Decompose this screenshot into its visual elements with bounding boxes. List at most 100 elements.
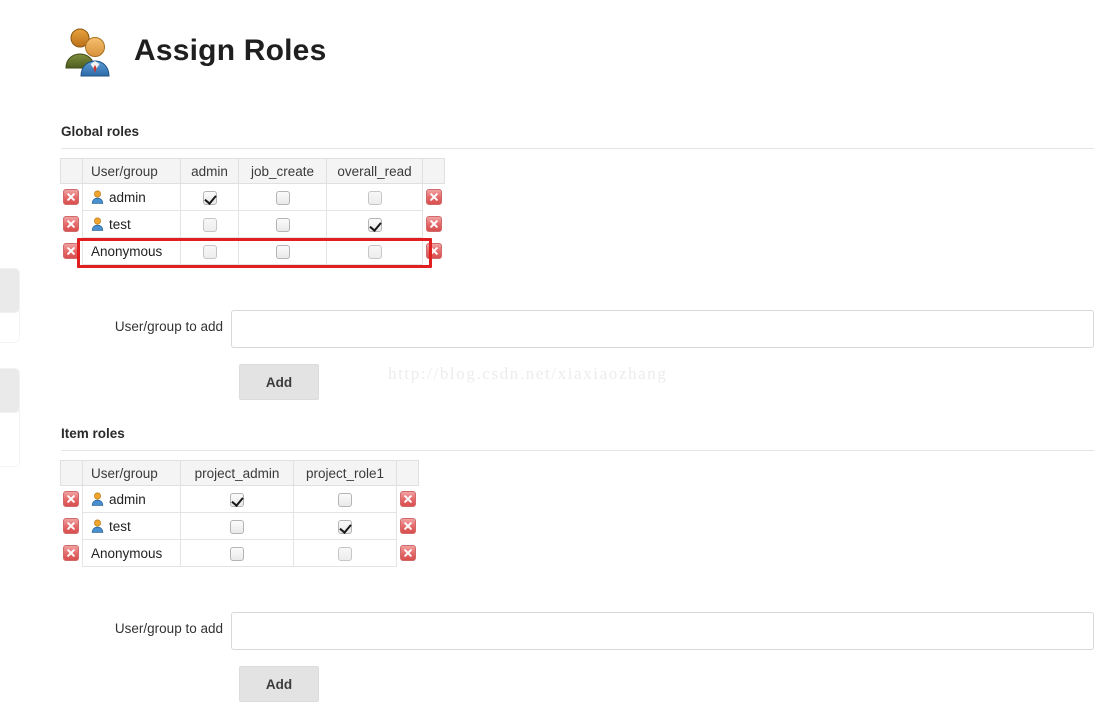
global-roles-divider xyxy=(61,148,1094,149)
edge-tab-upper[interactable] xyxy=(0,268,20,313)
row-name-text: Anonymous xyxy=(91,545,163,561)
cell-project-admin xyxy=(180,539,294,567)
people-group-icon xyxy=(62,24,116,78)
row-name-cell: test xyxy=(82,210,181,238)
cell-admin xyxy=(180,210,239,238)
delete-red-x-icon[interactable] xyxy=(63,216,80,233)
checkbox-job-create[interactable] xyxy=(275,217,290,232)
column-header-project-role1: project_role1 xyxy=(293,460,397,486)
checkbox-overall-read[interactable] xyxy=(367,217,382,232)
row-name-text: test xyxy=(109,518,131,534)
checkbox-project-admin[interactable] xyxy=(230,519,244,534)
user-silhouette-icon xyxy=(91,492,104,506)
checkbox-admin[interactable] xyxy=(202,244,217,259)
delete-red-x-icon[interactable] xyxy=(399,491,416,508)
delete-red-x-icon[interactable] xyxy=(63,491,80,508)
item-roles-table-wrap: User/group project_admin project_role1 a… xyxy=(60,460,419,567)
row-delete-cell-left xyxy=(61,211,83,238)
row-delete-cell-left xyxy=(61,513,83,540)
row-delete-cell-left xyxy=(61,540,83,567)
checkbox-project-admin[interactable] xyxy=(230,492,244,507)
delete-red-x-icon[interactable] xyxy=(425,216,442,233)
checkbox-project-admin[interactable] xyxy=(230,546,244,561)
column-header-usergroup: User/group xyxy=(82,460,181,486)
table-header-row: User/group admin job_create overall_read xyxy=(60,158,445,184)
cell-project-role1 xyxy=(293,512,397,540)
table-row: admin xyxy=(61,485,419,513)
checkbox-admin[interactable] xyxy=(202,217,217,232)
delete-red-x-icon[interactable] xyxy=(63,243,80,260)
checkbox-project-role1[interactable] xyxy=(338,546,352,561)
table-row: test xyxy=(61,210,445,238)
item-roles-divider xyxy=(61,450,1094,451)
user-silhouette-icon xyxy=(91,519,104,533)
delete-red-x-icon[interactable] xyxy=(399,545,416,562)
form-row: User/group to add xyxy=(61,612,1094,650)
row-delete-cell-right xyxy=(423,184,445,211)
checkbox-project-role1[interactable] xyxy=(338,492,352,507)
watermark-text: http://blog.csdn.net/xiaxiaozhang xyxy=(388,364,668,383)
item-roles-table: User/group project_admin project_role1 a… xyxy=(60,460,419,567)
row-name-cell: test xyxy=(82,512,181,540)
checkbox-job-create[interactable] xyxy=(275,244,290,259)
page-header: Assign Roles xyxy=(62,24,326,78)
global-roles-add-form: User/group to add Add xyxy=(61,310,1094,400)
add-button[interactable]: Add xyxy=(239,364,319,400)
row-delete-cell-right xyxy=(423,211,445,238)
column-header-project-admin: project_admin xyxy=(180,460,294,486)
checkbox-project-role1[interactable] xyxy=(338,519,352,534)
cell-overall-read xyxy=(326,237,423,265)
cell-overall-read xyxy=(326,210,423,238)
page-title: Assign Roles xyxy=(134,34,327,67)
delete-red-x-icon[interactable] xyxy=(63,189,80,206)
table-row: Anonymous xyxy=(61,237,445,265)
cell-job-create xyxy=(238,183,327,211)
table-row: test xyxy=(61,512,419,540)
usergroup-to-add-input[interactable] xyxy=(231,612,1094,650)
delete-red-x-icon[interactable] xyxy=(63,545,80,562)
global-roles-table: User/group admin job_create overall_read xyxy=(60,158,445,265)
global-roles-heading: Global roles xyxy=(61,124,140,139)
column-header-usergroup: User/group xyxy=(82,158,181,184)
row-name-cell: admin xyxy=(82,485,181,513)
row-name-text: admin xyxy=(109,189,146,205)
usergroup-to-add-label: User/group to add xyxy=(114,621,223,636)
cell-admin xyxy=(180,183,239,211)
form-button-row: Add xyxy=(61,666,1094,702)
delete-red-x-icon[interactable] xyxy=(399,518,416,535)
row-delete-cell-right xyxy=(397,513,419,540)
checkbox-admin[interactable] xyxy=(202,190,217,205)
row-name-text: admin xyxy=(109,491,146,507)
checkbox-job-create[interactable] xyxy=(275,190,290,205)
header-gutter-right xyxy=(422,158,445,184)
row-delete-cell-right xyxy=(397,540,419,567)
table-row: Anonymous xyxy=(61,539,419,567)
checkbox-overall-read[interactable] xyxy=(367,244,382,259)
user-silhouette-icon xyxy=(91,217,104,231)
add-button[interactable]: Add xyxy=(239,666,319,702)
header-gutter-right xyxy=(396,460,419,486)
delete-red-x-icon[interactable] xyxy=(425,189,442,206)
item-roles-add-form: User/group to add Add xyxy=(61,612,1094,702)
item-roles-heading: Item roles xyxy=(61,426,125,441)
row-name-text: Anonymous xyxy=(91,243,163,259)
column-header-overall-read: overall_read xyxy=(326,158,423,184)
row-name-cell: Anonymous xyxy=(82,539,181,567)
edge-tab-lower[interactable] xyxy=(0,368,20,413)
delete-red-x-icon[interactable] xyxy=(63,518,80,535)
assign-roles-page: Assign Roles Global roles User/group adm… xyxy=(0,0,1094,726)
form-row: User/group to add xyxy=(61,310,1094,348)
delete-red-x-icon[interactable] xyxy=(425,243,442,260)
table-row: admin xyxy=(61,183,445,211)
global-roles-table-wrap: User/group admin job_create overall_read xyxy=(60,158,445,265)
row-delete-cell-left xyxy=(61,238,83,265)
row-delete-cell-left xyxy=(61,486,83,513)
row-name-cell: admin xyxy=(82,183,181,211)
usergroup-to-add-input[interactable] xyxy=(231,310,1094,348)
row-name-cell: Anonymous xyxy=(82,237,181,265)
checkbox-overall-read[interactable] xyxy=(367,190,382,205)
header-gutter-left xyxy=(60,158,83,184)
usergroup-to-add-label: User/group to add xyxy=(114,319,223,334)
edge-tab-panel-lower-shadow xyxy=(0,405,20,467)
cell-job-create xyxy=(238,237,327,265)
